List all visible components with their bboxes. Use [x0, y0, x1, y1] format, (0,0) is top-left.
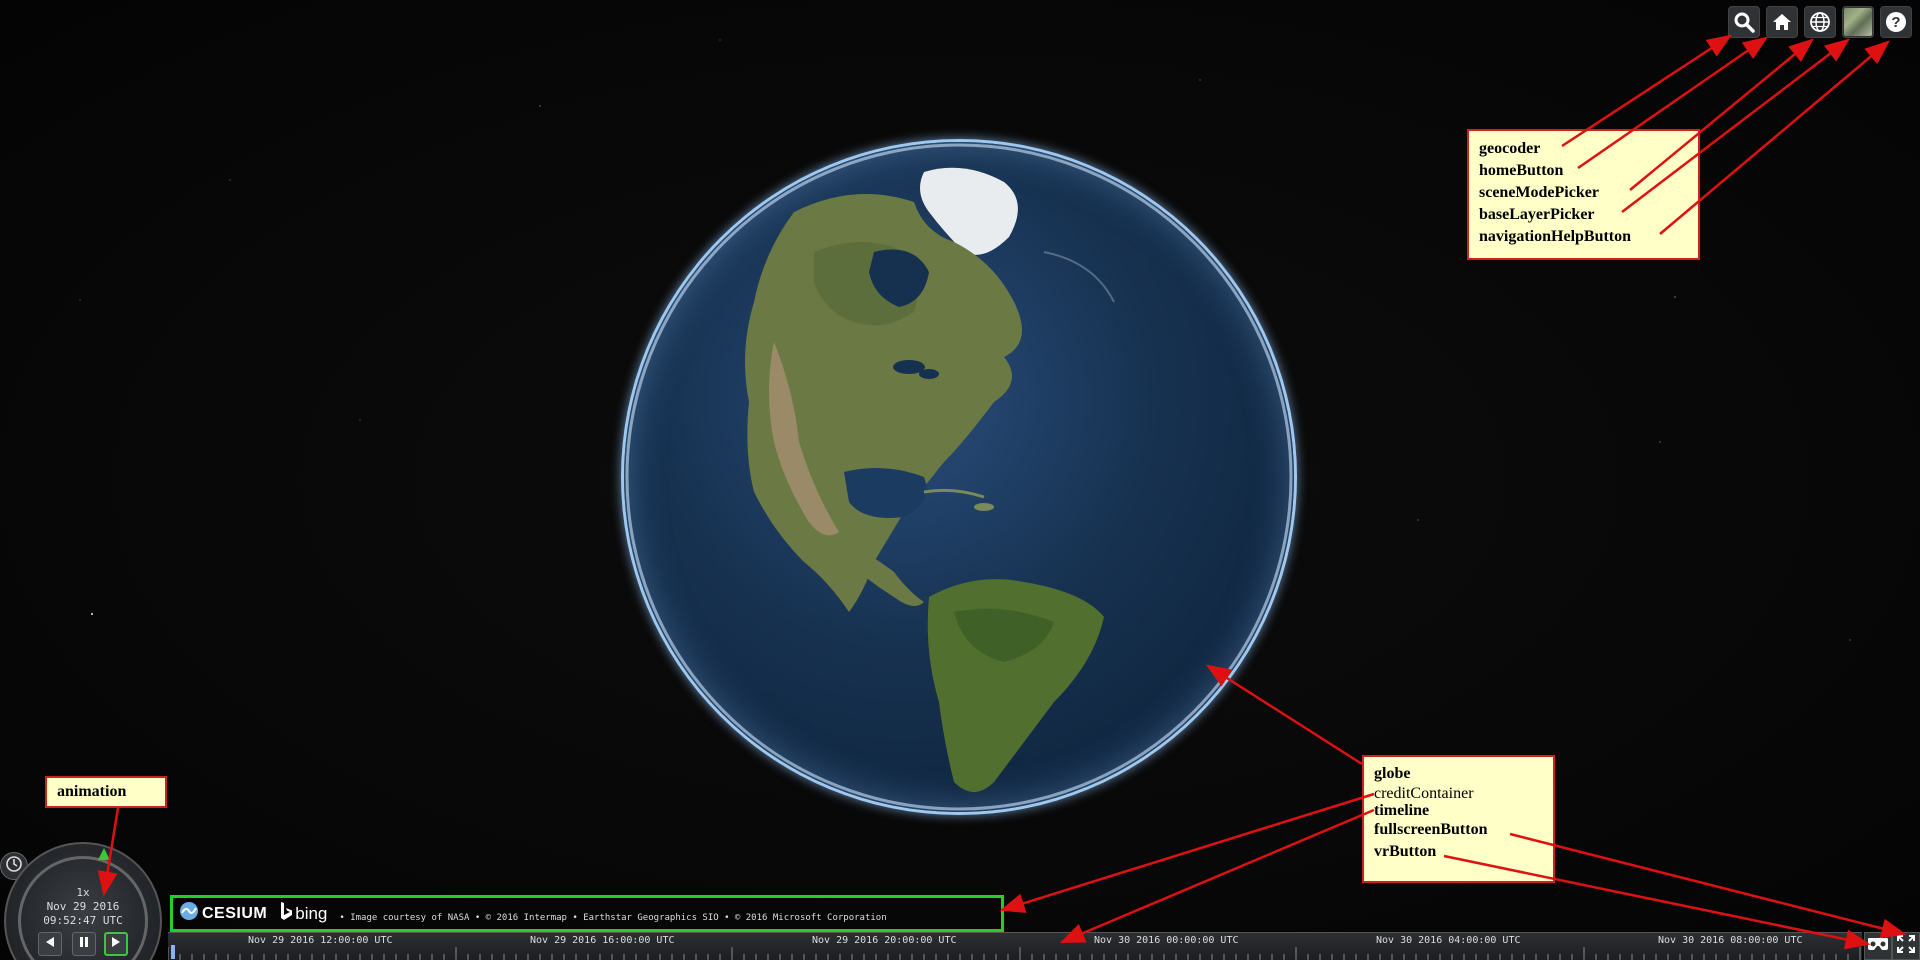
globe[interactable] [624, 142, 1294, 812]
bing-logo[interactable]: bing [279, 901, 327, 926]
credit-container: CESIUM bing • Image courtesy of NASA • ©… [170, 895, 1004, 932]
credit-text: • Image courtesy of NASA • © 2016 Interm… [339, 912, 887, 923]
home-button[interactable] [1766, 6, 1798, 38]
toolbar-annotation-box: geocoder homeButton sceneModePicker base… [1467, 129, 1700, 260]
timeline-label: Nov 29 2016 16:00:00 UTC [530, 935, 675, 946]
scene-mode-picker-button[interactable] [1804, 6, 1836, 38]
animation-date: Nov 29 2016 [46, 900, 120, 913]
timeline[interactable]: Nov 29 2016 12:00:00 UTC Nov 29 2016 16:… [168, 932, 1862, 960]
cesium-logo-text: CESIUM [202, 904, 268, 922]
search-icon [1733, 11, 1755, 33]
animation-annotation-box: animation [45, 776, 167, 808]
bing-logo-text: bing [295, 903, 328, 923]
note-globe: globe [1374, 765, 1411, 782]
note-base-layer-picker: baseLayerPicker [1479, 206, 1595, 223]
pause-button[interactable] [72, 932, 96, 956]
fullscreen-icon [1896, 934, 1916, 959]
fullscreen-button[interactable] [1892, 932, 1920, 960]
animation-widget[interactable]: 1x Nov 29 2016 09:52:47 UTC [0, 830, 168, 960]
note-geocoder: geocoder [1479, 140, 1541, 157]
timeline-label: Nov 29 2016 20:00:00 UTC [812, 935, 957, 946]
cesium-logo[interactable]: CESIUM [179, 901, 267, 926]
cesium-viewer[interactable]: ? geocoder homeButton sceneModePicker ba… [0, 0, 1920, 960]
note-navigation-help-button: navigationHelpButton [1479, 228, 1632, 245]
cesium-logo-icon [179, 901, 199, 926]
imagery-thumbnail-icon [1844, 8, 1872, 36]
bing-logo-icon [279, 901, 293, 926]
play-reverse-button[interactable] [38, 932, 62, 956]
vr-button[interactable] [1864, 932, 1892, 960]
earth-imagery [625, 143, 1293, 811]
help-icon: ? [1884, 10, 1908, 34]
vr-headset-icon [1867, 937, 1889, 956]
timeline-ticks [168, 947, 1861, 960]
note-credit-container: creditContainer [1374, 785, 1474, 802]
animation-time: 09:52:47 UTC [43, 914, 123, 927]
globe-icon [1808, 10, 1832, 34]
timeline-label: Nov 30 2016 00:00:00 UTC [1094, 935, 1239, 946]
note-animation: animation [57, 783, 127, 800]
note-timeline: timeline [1374, 802, 1430, 819]
timeline-label: Nov 30 2016 08:00:00 UTC [1658, 935, 1803, 946]
note-home-button: homeButton [1479, 162, 1564, 179]
play-forward-button[interactable] [104, 932, 128, 956]
note-scene-mode-picker: sceneModePicker [1479, 184, 1599, 201]
navigation-help-button[interactable]: ? [1880, 6, 1912, 38]
timeline-label: Nov 29 2016 12:00:00 UTC [248, 935, 393, 946]
note-fullscreen-button: fullscreenButton [1374, 821, 1488, 838]
viewer-toolbar: ? [1728, 6, 1912, 38]
geocoder-button[interactable] [1728, 6, 1760, 38]
play-icon [109, 935, 123, 954]
play-reverse-icon [43, 935, 57, 954]
timeline-label: Nov 30 2016 04:00:00 UTC [1376, 935, 1521, 946]
svg-text:?: ? [1891, 14, 1900, 31]
note-vr-button: vrButton [1374, 843, 1437, 860]
pause-icon [77, 935, 91, 954]
home-icon [1771, 11, 1793, 33]
widgets-annotation-box: globe creditContainer timeline fullscree… [1362, 755, 1555, 883]
base-layer-picker-button[interactable] [1842, 6, 1874, 38]
animation-speed: 1x [76, 886, 90, 899]
